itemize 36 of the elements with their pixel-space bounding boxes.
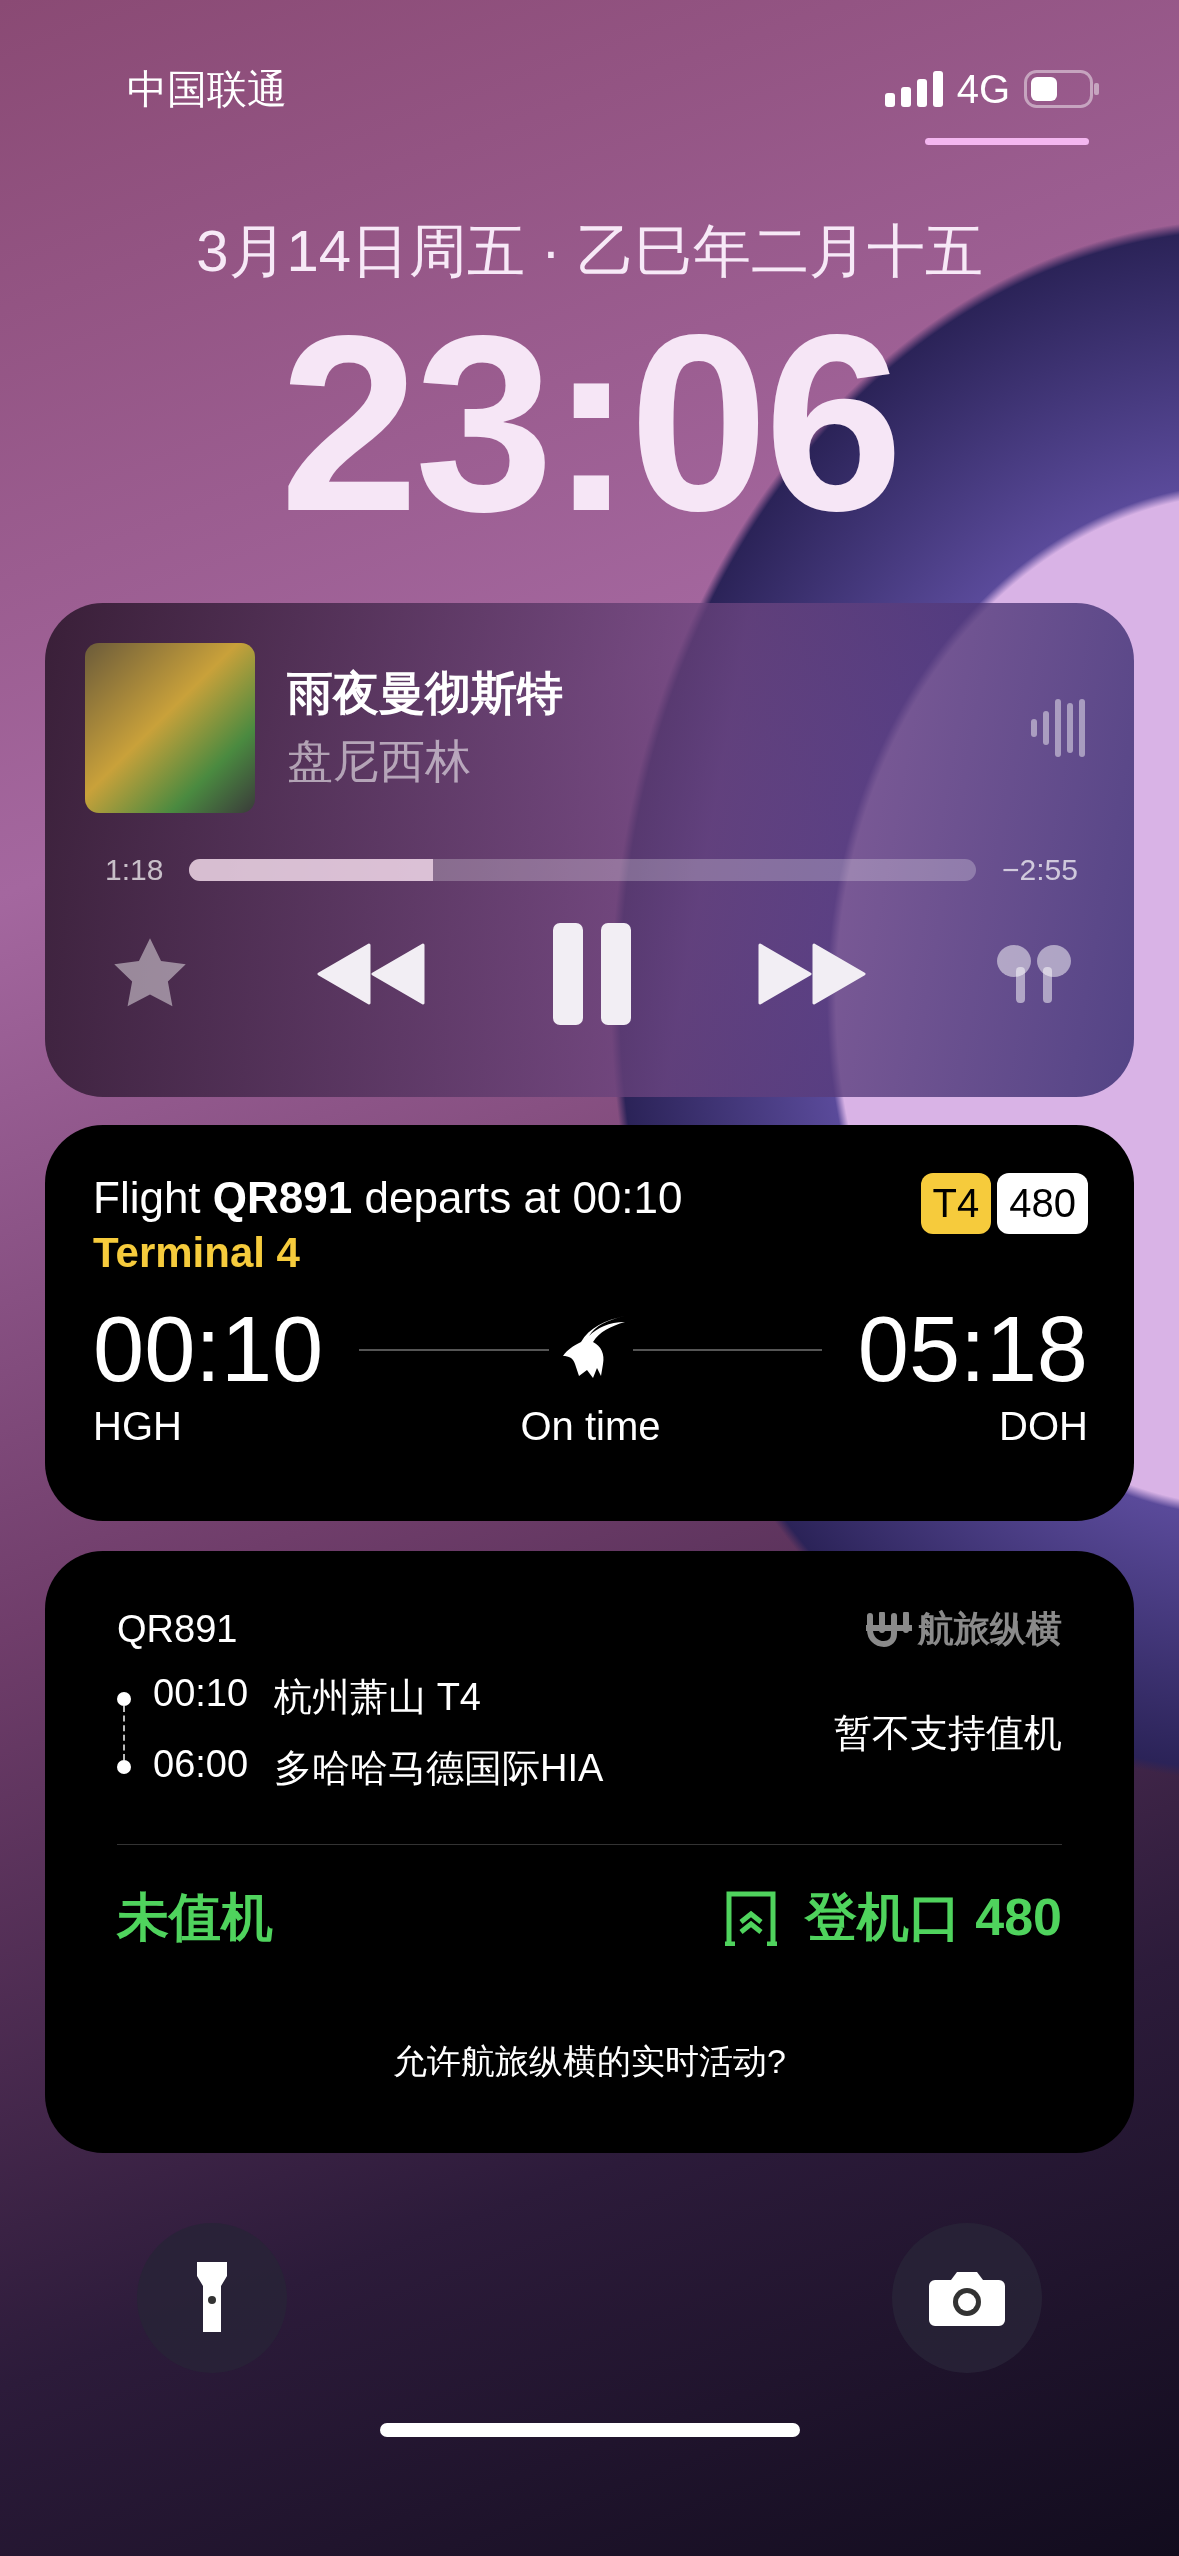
gate-icon <box>722 1890 779 1946</box>
app-name: 航旅纵横 <box>918 1607 1062 1651</box>
flight-number: QR891 <box>117 1608 238 1651</box>
carrier-name: 中国联通 <box>127 65 287 113</box>
flight-tag: 480 <box>997 1173 1088 1234</box>
flight-tag: T4 <box>920 1173 992 1234</box>
stop-airport: 多哈哈马德国际HIA <box>274 1746 604 1791</box>
network-type: 4G <box>956 66 1010 112</box>
lock-date: 3月14日周五 · 乙巳年二月十五 <box>195 217 984 285</box>
stop-airport: 杭州萧山 T4 <box>274 1675 481 1720</box>
battery-icon <box>1024 70 1100 108</box>
app-logo-icon <box>866 1611 912 1648</box>
departure-airport: HGH <box>93 1404 182 1449</box>
checkin-status: 未值机 <box>117 1887 273 1948</box>
pause-icon[interactable] <box>552 923 631 1025</box>
song-artist: 盘尼西林 <box>287 734 472 789</box>
checkin-note: 暂不支持值机 <box>834 1710 1062 1756</box>
live-activity-prompt: 允许航旅纵横的实时活动? <box>392 2041 787 2082</box>
departure-time: 00:10 <box>93 1297 324 1402</box>
stop-time: 06:00 <box>153 1743 249 1787</box>
earbuds-icon[interactable] <box>994 943 1074 1005</box>
flight-headline: Flight QR891 departs at 00:10 <box>93 1173 683 1223</box>
song-title: 雨夜曼彻斯特 <box>287 666 564 721</box>
stop-time: 00:10 <box>153 1672 249 1716</box>
gate-number: 登机口 480 <box>804 1887 1062 1948</box>
remaining-time: −2:55 <box>1002 853 1078 887</box>
elapsed-time: 1:18 <box>105 853 164 887</box>
camera-icon <box>929 2270 1005 2326</box>
rewind-icon[interactable] <box>316 943 425 1005</box>
progress-slider[interactable] <box>189 859 977 881</box>
fast-forward-icon[interactable] <box>758 943 867 1005</box>
terminal-label: Terminal 4 <box>93 1229 301 1277</box>
signal-icon <box>884 71 943 107</box>
arrival-airport: DOH <box>999 1404 1088 1449</box>
arrival-time: 05:18 <box>857 1297 1088 1402</box>
flight-status: On time <box>520 1404 661 1449</box>
